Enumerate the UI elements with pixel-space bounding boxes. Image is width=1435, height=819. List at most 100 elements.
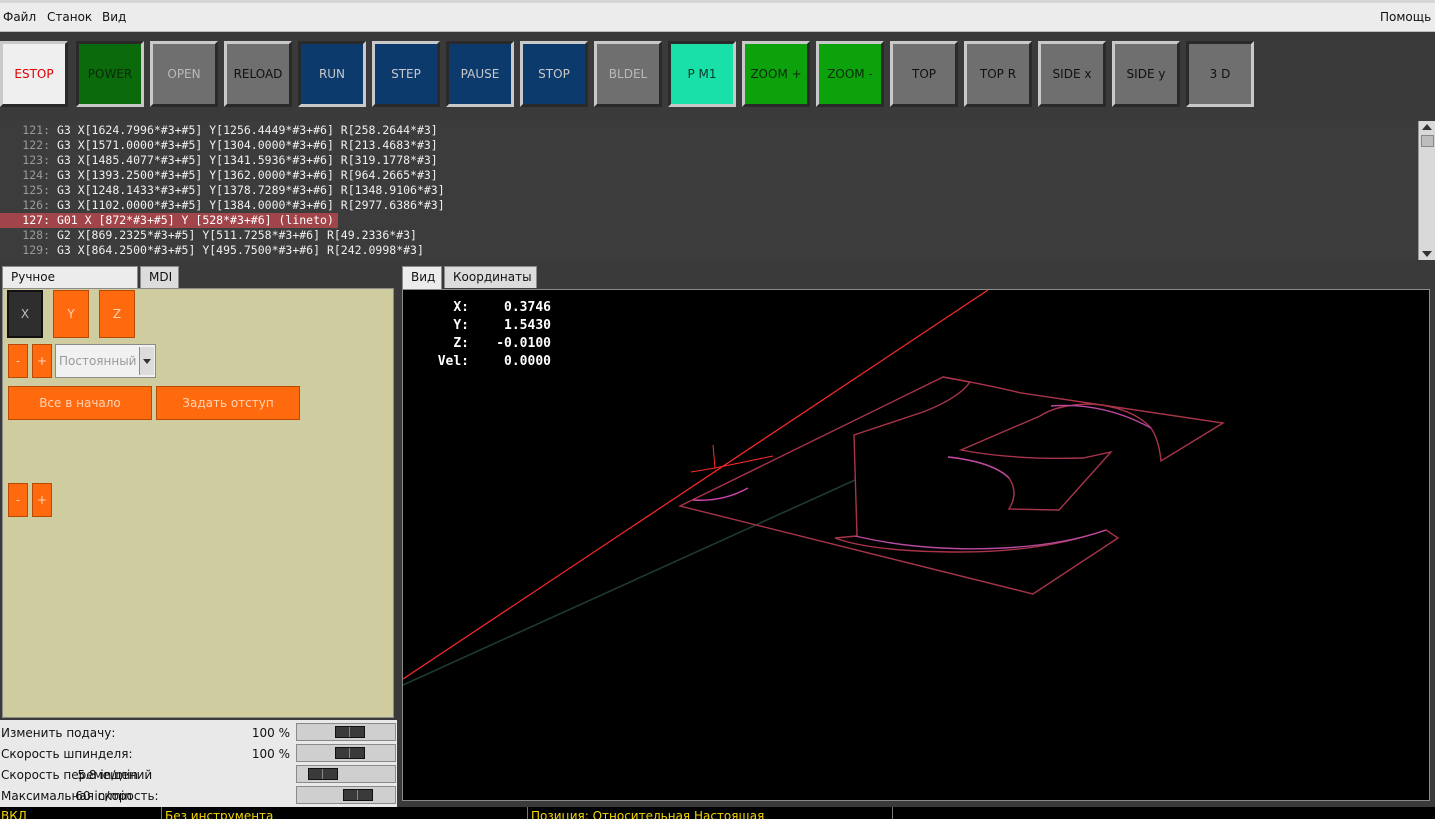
gcode-line[interactable]: 128: G2 X[869.2325*#3+#5] Y[511.7258*#3+… — [0, 228, 1418, 243]
toolbar-top-button[interactable]: TOP — [890, 41, 958, 107]
toolbar-zoom-button[interactable]: ZOOM - — [816, 41, 884, 107]
gcode-line-number: 125: — [22, 183, 50, 197]
gcode-line-number: 129: — [22, 243, 50, 257]
gcode-line-text: G3 X[1248.1433*#3+#5] Y[1378.7289*#3+#6]… — [56, 183, 445, 197]
jog-minus-button[interactable]: - — [8, 344, 28, 378]
override-sliders: Изменить подачу: 100 % Скорость шпинделя: 1… — [0, 720, 397, 808]
toolbar-estop-button[interactable]: ESTOP — [0, 41, 68, 107]
gcode-line[interactable]: 121: G3 X[1624.7996*#3+#5] Y[1256.4449*#… — [0, 123, 1418, 138]
gcode-line-number: 128: — [22, 228, 50, 242]
gcode-line[interactable]: 125: G3 X[1248.1433*#3+#5] Y[1378.7289*#… — [0, 183, 1418, 198]
status-bar: ВКЛ Без инструмента Позиция: Относительн… — [0, 807, 1435, 819]
gcode-scrollbar[interactable] — [1418, 121, 1435, 260]
dro-axis-label: X: — [453, 300, 469, 315]
slider-thumb[interactable] — [335, 726, 365, 738]
gcode-line[interactable]: 126: G3 X[1102.0000*#3+#5] Y[1384.0000*#… — [0, 198, 1418, 213]
axis-x-button[interactable]: X — [7, 290, 43, 338]
slider-thumb[interactable] — [308, 768, 338, 780]
slider-row: Изменить подачу: 100 % — [0, 722, 397, 743]
gcode-line-number: 122: — [22, 138, 50, 152]
menu-file[interactable]: Файл — [3, 10, 36, 24]
jog-mode-select[interactable]: Постоянный — [55, 344, 156, 378]
toolbar-run-button[interactable]: RUN — [298, 41, 366, 107]
dro-axis-value: 0.3746 — [504, 300, 551, 315]
toolpath-arc-feed-2 — [854, 529, 1107, 550]
slider-label: Изменить подачу: — [1, 726, 116, 740]
slider-value: 60 in/min — [75, 789, 132, 803]
status-machine-state: ВКЛ — [1, 809, 27, 819]
status-separator — [527, 807, 528, 819]
toolbar-bldel-button[interactable]: BLDEL — [594, 41, 662, 107]
dro-axis-value: 1.5430 — [504, 318, 551, 333]
menu-machine[interactable]: Станок — [47, 10, 92, 24]
gcode-line-number: 127: — [22, 213, 50, 227]
dro-axis-label: Vel: — [437, 354, 469, 369]
toolbar-reload-button[interactable]: RELOAD — [224, 41, 292, 107]
touch-off-button[interactable]: Задать отступ — [156, 386, 300, 420]
scroll-down-arrow-icon[interactable] — [1422, 251, 1432, 257]
toolbar-side-x-button[interactable]: SIDE x — [1038, 41, 1106, 107]
gcode-line[interactable]: 122: G3 X[1571.0000*#3+#5] Y[1304.0000*#… — [0, 138, 1418, 153]
tool-marker-arm — [714, 455, 774, 469]
gcode-listing[interactable]: 121: G3 X[1624.7996*#3+#5] Y[1256.4449*#… — [0, 121, 1435, 260]
gcode-line-text: G3 X[1102.0000*#3+#5] Y[1384.0000*#3+#6]… — [56, 198, 445, 212]
toolbar-3-d-button[interactable]: 3 D — [1186, 41, 1254, 107]
scroll-thumb[interactable] — [1421, 135, 1434, 147]
toolpath-preview — [403, 290, 1226, 686]
menu-view[interactable]: Вид — [102, 10, 126, 24]
home-all-button[interactable]: Все в начало — [8, 386, 152, 420]
dro-axis-value: -0.0100 — [496, 336, 551, 351]
axis-z-button[interactable]: Z — [99, 290, 135, 338]
slider-row: Скорость шпинделя: 100 % — [0, 743, 397, 764]
tab-view[interactable]: Вид — [402, 266, 442, 289]
gcode-line-number: 123: — [22, 153, 50, 167]
machine-limit-line — [403, 479, 856, 686]
spindle-minus-button[interactable]: - — [8, 483, 28, 517]
slider-label: Скорость шпинделя: — [1, 747, 133, 761]
tab-manual-control[interactable]: Ручное управление — [2, 266, 138, 298]
dro-axis-label: Y: — [453, 318, 469, 333]
preview-3d-view[interactable]: X: 0.3746 Y: 1.5430 Z: -0.0100 Vel: 0.0000 — [402, 289, 1430, 801]
gcode-line-number: 126: — [22, 198, 50, 212]
slider-value: 100 % — [251, 726, 290, 740]
scroll-up-arrow-icon[interactable] — [1422, 124, 1432, 130]
axis-y-button[interactable]: Y — [53, 290, 89, 338]
gcode-line[interactable]: 123: G3 X[1485.4077*#3+#5] Y[1341.5936*#… — [0, 153, 1418, 168]
slider-track[interactable] — [296, 765, 396, 783]
slider-thumb[interactable] — [335, 747, 365, 759]
toolbar-open-button[interactable]: OPEN — [150, 41, 218, 107]
chevron-down-icon[interactable] — [139, 347, 154, 375]
dro-axis-value: 0.0000 — [504, 354, 551, 369]
menu-help[interactable]: Помощь — [1380, 10, 1431, 24]
tab-mdi[interactable]: MDI — [140, 266, 179, 288]
status-separator — [892, 807, 893, 819]
gcode-line[interactable]: 124: G3 X[1393.2500*#3+#5] Y[1362.0000*#… — [0, 168, 1418, 183]
gcode-line-text: G3 X[1485.4077*#3+#5] Y[1341.5936*#3+#6]… — [56, 153, 438, 167]
toolbar-pause-button[interactable]: PAUSE — [446, 41, 514, 107]
jog-mode-value: Постоянный — [59, 354, 137, 368]
jog-plus-button[interactable]: + — [32, 344, 52, 378]
gcode-line[interactable]: 129: G3 X[864.2500*#3+#5] Y[495.7500*#3+… — [0, 243, 1418, 258]
slider-thumb[interactable] — [343, 789, 373, 801]
toolbar-stop-button[interactable]: STOP — [520, 41, 588, 107]
gcode-line-current[interactable]: 127: G01 X [872*#3+#5] Y [528*#3+#6] (li… — [0, 213, 338, 228]
toolbar-side-y-button[interactable]: SIDE y — [1112, 41, 1180, 107]
toolbar-step-button[interactable]: STEP — [372, 41, 440, 107]
slider-track[interactable] — [296, 786, 396, 804]
gcode-line-text: G3 X[1571.0000*#3+#5] Y[1304.0000*#3+#6]… — [56, 138, 438, 152]
toolbar-top-r-button[interactable]: TOP R — [964, 41, 1032, 107]
tab-coordinates[interactable]: Координаты — [444, 266, 537, 288]
slider-row: Скорость перемещений 5.8 in/min — [0, 764, 397, 785]
menu-bar: Файл Станок Вид Помощь — [0, 0, 1435, 32]
gcode-line-text: G01 X [872*#3+#5] Y [528*#3+#6] (lineto) — [56, 213, 334, 227]
gcode-line-number: 121: — [22, 123, 50, 137]
rapid-move-line — [403, 290, 989, 680]
toolbar-power-button[interactable]: POWER — [76, 41, 144, 107]
slider-track[interactable] — [296, 723, 396, 741]
toolbar-p-m1-button[interactable]: P M1 — [668, 41, 736, 107]
slider-value: 100 % — [251, 747, 290, 761]
gcode-line-text: G3 X[1393.2500*#3+#5] Y[1362.0000*#3+#6]… — [56, 168, 438, 182]
slider-track[interactable] — [296, 744, 396, 762]
spindle-plus-button[interactable]: + — [32, 483, 52, 517]
toolbar-zoom-button[interactable]: ZOOM + — [742, 41, 810, 107]
